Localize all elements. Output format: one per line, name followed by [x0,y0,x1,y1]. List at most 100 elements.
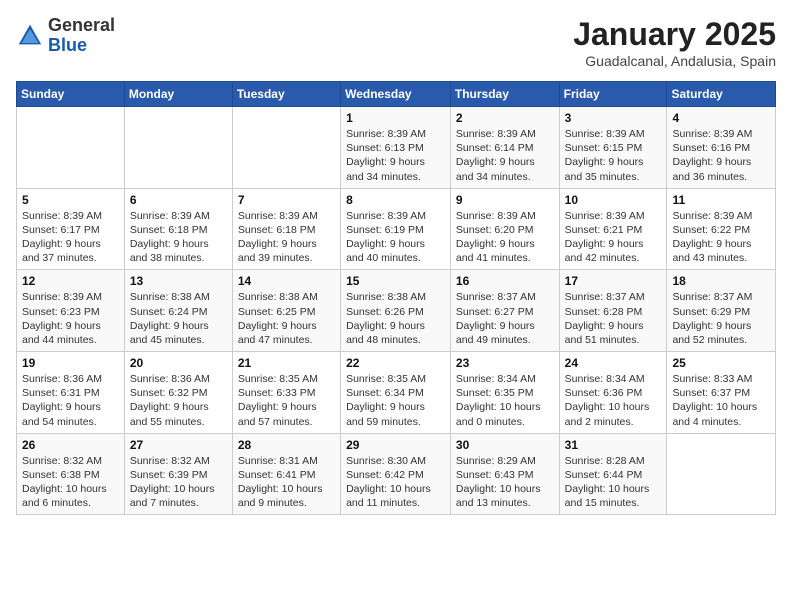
day-info: Sunrise: 8:28 AM Sunset: 6:44 PM Dayligh… [565,454,662,511]
calendar-cell: 11 Sunrise: 8:39 AM Sunset: 6:22 PM Dayli… [667,188,776,270]
header-saturday: Saturday [667,82,776,107]
calendar-cell: 14 Sunrise: 8:38 AM Sunset: 6:25 PM Dayli… [232,270,340,352]
calendar-table: SundayMondayTuesdayWednesdayThursdayFrid… [16,81,776,515]
title-block: January 2025 Guadalcanal, Andalusia, Spa… [573,16,776,69]
calendar-cell [667,433,776,515]
calendar-week-3: 12Sunrise: 8:39 AM Sunset: 6:23 PM Dayli… [17,270,776,352]
calendar-cell: 10 Sunrise: 8:39 AM Sunset: 6:21 PM Dayli… [559,188,667,270]
calendar-cell: 21 Sunrise: 8:35 AM Sunset: 6:33 PM Dayli… [232,352,340,434]
day-info: Sunrise: 8:37 AM Sunset: 6:27 PM Dayligh… [456,290,554,347]
calendar-cell: 29Sunrise: 8:30 AM Sunset: 6:42 PM Dayli… [341,433,451,515]
day-info: Sunrise: 8:37 AM Sunset: 6:28 PM Dayligh… [565,290,662,347]
day-info: Sunrise: 8:34 AM Sunset: 6:36 PM Dayligh… [565,372,662,429]
day-info: Sunrise: 8:39 AM Sunset: 6:17 PM Dayligh… [22,209,119,266]
day-info: Sunrise: 8:39 AM Sunset: 6:15 PM Dayligh… [565,127,662,184]
calendar-cell [17,107,125,189]
day-info: Sunrise: 8:39 AM Sunset: 6:19 PM Dayligh… [346,209,445,266]
day-number: 26 [22,438,119,452]
day-number: 11 [672,193,770,207]
day-number: 27 [130,438,227,452]
logo-blue-text: Blue [48,35,87,55]
day-number: 4 [672,111,770,125]
day-number: 13 [130,274,227,288]
calendar-cell: 28 Sunrise: 8:31 AM Sunset: 6:41 PM Dayli… [232,433,340,515]
calendar-cell: 15 Sunrise: 8:38 AM Sunset: 6:26 PM Dayli… [341,270,451,352]
day-info: Sunrise: 8:35 AM Sunset: 6:33 PM Dayligh… [238,372,335,429]
day-number: 28 [238,438,335,452]
day-number: 10 [565,193,662,207]
calendar-cell: 31Sunrise: 8:28 AM Sunset: 6:44 PM Dayli… [559,433,667,515]
day-number: 1 [346,111,445,125]
day-number: 16 [456,274,554,288]
calendar-cell: 25Sunrise: 8:33 AM Sunset: 6:37 PM Dayli… [667,352,776,434]
day-info: Sunrise: 8:38 AM Sunset: 6:26 PM Dayligh… [346,290,445,347]
day-info: Sunrise: 8:39 AM Sunset: 6:22 PM Dayligh… [672,209,770,266]
calendar-week-5: 26 Sunrise: 8:32 AM Sunset: 6:38 PM Dayli… [17,433,776,515]
day-number: 20 [130,356,227,370]
day-info: Sunrise: 8:31 AM Sunset: 6:41 PM Dayligh… [238,454,335,511]
logo-icon [16,22,44,50]
day-number: 22 [346,356,445,370]
location-text: Guadalcanal, Andalusia, Spain [573,53,776,69]
calendar-week-4: 19Sunrise: 8:36 AM Sunset: 6:31 PM Dayli… [17,352,776,434]
calendar-cell: 7 Sunrise: 8:39 AM Sunset: 6:18 PM Daylig… [232,188,340,270]
calendar-cell: 17 Sunrise: 8:37 AM Sunset: 6:28 PM Dayli… [559,270,667,352]
month-title: January 2025 [573,16,776,53]
header-wednesday: Wednesday [341,82,451,107]
day-info: Sunrise: 8:34 AM Sunset: 6:35 PM Dayligh… [456,372,554,429]
day-number: 24 [565,356,662,370]
calendar-cell [232,107,340,189]
header-monday: Monday [124,82,232,107]
calendar-cell: 6 Sunrise: 8:39 AM Sunset: 6:18 PM Daylig… [124,188,232,270]
calendar-cell: 4 Sunrise: 8:39 AM Sunset: 6:16 PM Daylig… [667,107,776,189]
day-info: Sunrise: 8:38 AM Sunset: 6:25 PM Dayligh… [238,290,335,347]
day-number: 6 [130,193,227,207]
day-number: 30 [456,438,554,452]
calendar-cell: 3Sunrise: 8:39 AM Sunset: 6:15 PM Daylig… [559,107,667,189]
page-header: General Blue January 2025 Guadalcanal, A… [16,16,776,69]
calendar-week-2: 5 Sunrise: 8:39 AM Sunset: 6:17 PM Daylig… [17,188,776,270]
calendar-cell: 9Sunrise: 8:39 AM Sunset: 6:20 PM Daylig… [450,188,559,270]
calendar-cell: 5 Sunrise: 8:39 AM Sunset: 6:17 PM Daylig… [17,188,125,270]
day-info: Sunrise: 8:39 AM Sunset: 6:20 PM Dayligh… [456,209,554,266]
calendar-cell: 22Sunrise: 8:35 AM Sunset: 6:34 PM Dayli… [341,352,451,434]
day-number: 29 [346,438,445,452]
day-number: 8 [346,193,445,207]
day-number: 15 [346,274,445,288]
header-thursday: Thursday [450,82,559,107]
day-number: 17 [565,274,662,288]
day-number: 21 [238,356,335,370]
day-number: 2 [456,111,554,125]
calendar-cell: 20 Sunrise: 8:36 AM Sunset: 6:32 PM Dayli… [124,352,232,434]
calendar-cell: 1 Sunrise: 8:39 AM Sunset: 6:13 PM Daylig… [341,107,451,189]
header-sunday: Sunday [17,82,125,107]
header-friday: Friday [559,82,667,107]
day-info: Sunrise: 8:36 AM Sunset: 6:32 PM Dayligh… [130,372,227,429]
day-info: Sunrise: 8:39 AM Sunset: 6:16 PM Dayligh… [672,127,770,184]
day-number: 5 [22,193,119,207]
day-info: Sunrise: 8:32 AM Sunset: 6:38 PM Dayligh… [22,454,119,511]
day-info: Sunrise: 8:38 AM Sunset: 6:24 PM Dayligh… [130,290,227,347]
day-number: 18 [672,274,770,288]
day-info: Sunrise: 8:39 AM Sunset: 6:13 PM Dayligh… [346,127,445,184]
day-number: 14 [238,274,335,288]
logo-general-text: General [48,15,115,35]
calendar-cell: 19Sunrise: 8:36 AM Sunset: 6:31 PM Dayli… [17,352,125,434]
day-number: 7 [238,193,335,207]
day-info: Sunrise: 8:39 AM Sunset: 6:21 PM Dayligh… [565,209,662,266]
logo-text: General Blue [48,16,115,56]
day-number: 23 [456,356,554,370]
day-info: Sunrise: 8:29 AM Sunset: 6:43 PM Dayligh… [456,454,554,511]
day-info: Sunrise: 8:39 AM Sunset: 6:18 PM Dayligh… [238,209,335,266]
calendar-cell: 18Sunrise: 8:37 AM Sunset: 6:29 PM Dayli… [667,270,776,352]
calendar-cell: 8 Sunrise: 8:39 AM Sunset: 6:19 PM Daylig… [341,188,451,270]
day-info: Sunrise: 8:32 AM Sunset: 6:39 PM Dayligh… [130,454,227,511]
day-info: Sunrise: 8:39 AM Sunset: 6:18 PM Dayligh… [130,209,227,266]
calendar-cell: 12Sunrise: 8:39 AM Sunset: 6:23 PM Dayli… [17,270,125,352]
calendar-cell [124,107,232,189]
header-tuesday: Tuesday [232,82,340,107]
calendar-cell: 26 Sunrise: 8:32 AM Sunset: 6:38 PM Dayli… [17,433,125,515]
day-info: Sunrise: 8:39 AM Sunset: 6:23 PM Dayligh… [22,290,119,347]
calendar-cell: 2Sunrise: 8:39 AM Sunset: 6:14 PM Daylig… [450,107,559,189]
calendar-cell: 30 Sunrise: 8:29 AM Sunset: 6:43 PM Dayli… [450,433,559,515]
